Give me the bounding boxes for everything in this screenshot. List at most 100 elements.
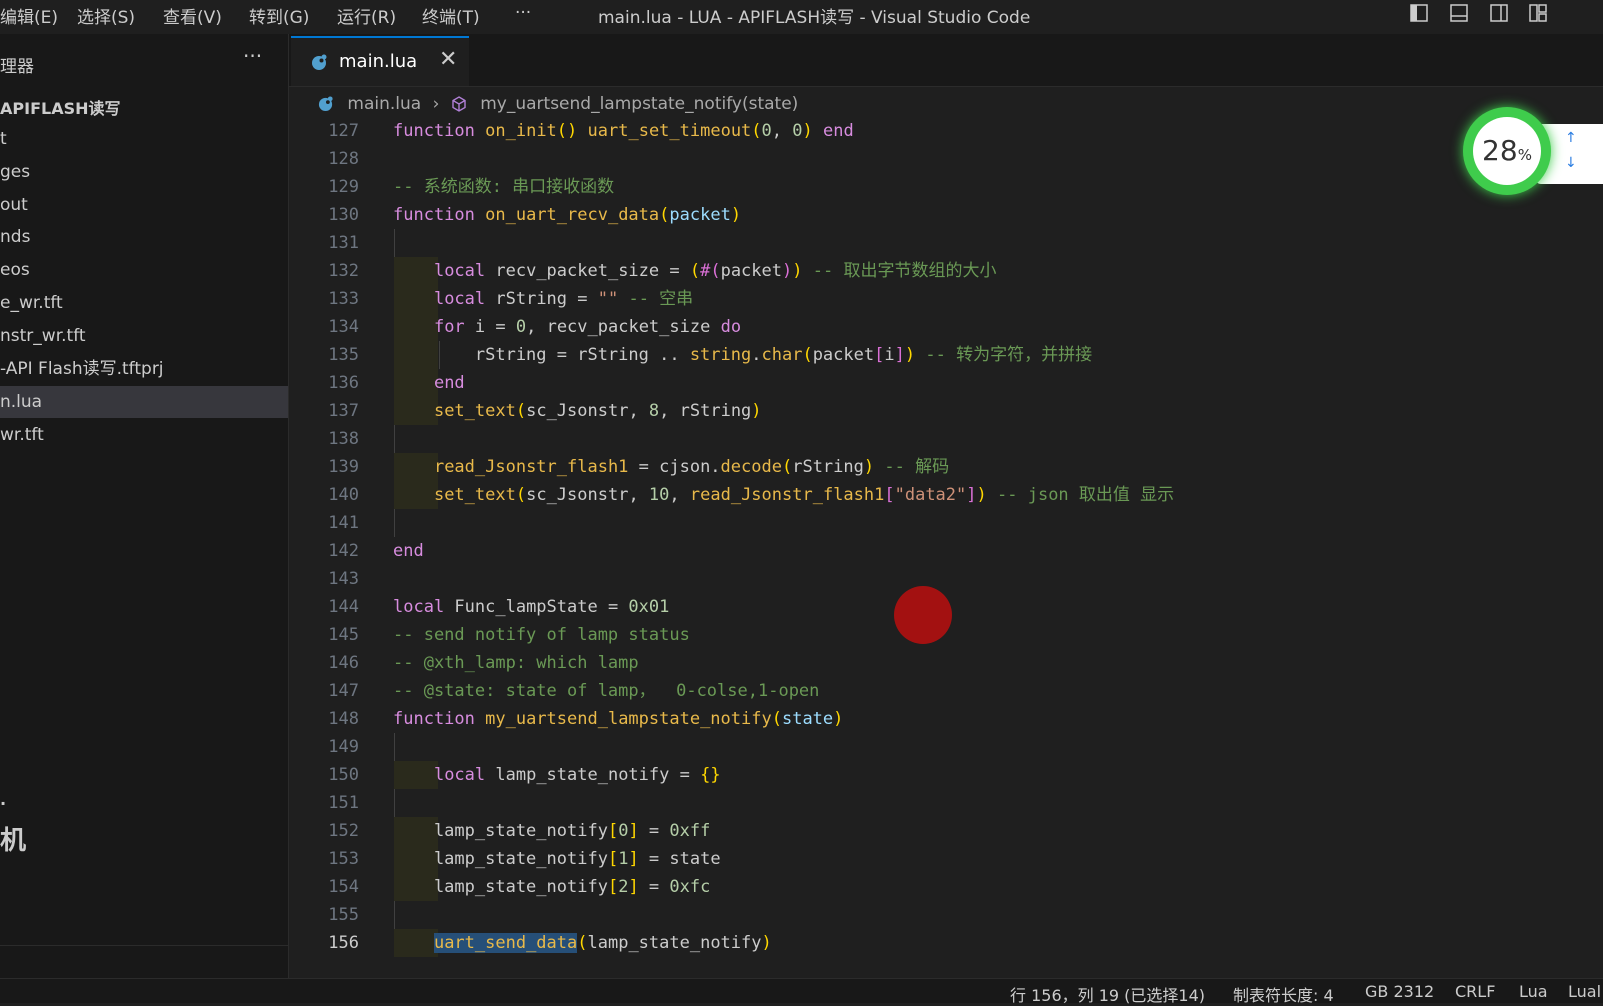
tab-bar: main.lua ✕	[289, 34, 1603, 87]
menu-goto[interactable]: 转到(G)	[249, 3, 309, 28]
usage-unit: %	[1517, 146, 1532, 164]
menu-terminal[interactable]: 终端(T)	[422, 3, 480, 28]
tab-label: main.lua	[339, 51, 418, 72]
line-number: 146	[328, 653, 359, 673]
line-number: 155	[328, 905, 359, 925]
lua-file-icon	[312, 54, 327, 70]
menu-more[interactable]: ···	[515, 3, 531, 23]
code-line: -- 系统函数: 串口接收函数	[393, 177, 615, 197]
code-line: local lamp_state_notify = {}	[433, 765, 721, 785]
upload-arrow-icon: ↑	[1565, 130, 1577, 146]
toggle-panel-icon[interactable]	[1450, 4, 1468, 22]
status-extension[interactable]: Lual	[1568, 982, 1601, 1001]
line-number: 133	[328, 289, 359, 309]
file-encoding[interactable]: GB 2312	[1365, 982, 1434, 1001]
code-line: function my_uartsend_lampstate_notify(st…	[393, 709, 844, 729]
workspace-folder[interactable]: APIFLASH读写	[0, 95, 121, 119]
file-item[interactable]: wr.tft	[0, 419, 288, 451]
code-line: for i = 0, recv_packet_size do	[433, 317, 742, 337]
code-line: local recv_packet_size = (#(packet)) -- …	[433, 261, 997, 281]
close-icon[interactable]: ✕	[439, 47, 457, 72]
line-number: 144	[328, 597, 359, 617]
menu-edit[interactable]: 编辑(E)	[0, 3, 58, 28]
code-line: function on_uart_recv_data(packet)	[393, 205, 742, 225]
title-bar: 编辑(E) 选择(S) 查看(V) 转到(G) 运行(R) 终端(T) ··· …	[0, 0, 1603, 34]
line-number: 135	[328, 345, 359, 365]
memory-usage-widget[interactable]: 28%	[1463, 107, 1551, 195]
function-cube-icon	[452, 96, 466, 112]
line-number: 130	[328, 205, 359, 225]
line-number: 148	[328, 709, 359, 729]
menu-select[interactable]: 选择(S)	[77, 3, 135, 28]
file-item[interactable]: out	[0, 189, 288, 221]
line-number: 154	[328, 877, 359, 897]
toggle-secondary-sidebar-icon[interactable]	[1490, 4, 1508, 22]
code-line: -- @state: state of lamp， 0-colse,1-open	[393, 681, 820, 701]
tab-main-lua[interactable]: main.lua ✕	[291, 36, 469, 86]
file-item[interactable]: ges	[0, 156, 288, 188]
line-number: 147	[328, 681, 359, 701]
code-line: rString = rString .. string.char(packet[…	[393, 345, 1093, 365]
line-number: 134	[328, 317, 359, 337]
line-number: 149	[328, 737, 359, 757]
code-line: set_text(sc_Jsonstr, 10, read_Jsonstr_fl…	[433, 485, 1175, 505]
file-item[interactable]: e_wr.tft	[0, 287, 288, 319]
chevron-right-icon: ›	[432, 94, 440, 114]
sidebar-divider	[0, 945, 288, 946]
code-line: local rString = "" -- 空串	[433, 289, 694, 309]
usage-percent: 28	[1482, 134, 1518, 167]
file-item[interactable]: eos	[0, 254, 288, 286]
file-item[interactable]: -API Flash读写.tftprj	[0, 353, 288, 385]
code-line: lamp_state_notify[1] = state	[393, 849, 721, 869]
line-number: 141	[328, 513, 359, 533]
file-item[interactable]: nds	[0, 221, 288, 253]
language-mode[interactable]: Lua	[1519, 982, 1548, 1001]
lua-file-icon	[318, 96, 333, 112]
status-bar: 行 156，列 19 (已选择14) 制表符长度: 4 GB 2312 CRLF…	[0, 978, 1603, 1006]
toggle-primary-sidebar-icon[interactable]	[1410, 4, 1428, 22]
line-number: 129	[328, 177, 359, 197]
file-item-active[interactable]: n.lua	[0, 386, 288, 418]
code-line: lamp_state_notify[0] = 0xff	[393, 821, 711, 841]
file-item[interactable]: nstr_wr.tft	[0, 320, 288, 352]
memory-usage-value: 28%	[1473, 117, 1541, 185]
code-line: lamp_state_notify[2] = 0xfc	[393, 877, 711, 897]
pointer-highlight-dot	[894, 586, 952, 644]
customize-layout-icon[interactable]	[1529, 4, 1547, 22]
explorer-more-button[interactable]: ···	[243, 44, 262, 68]
code-line: set_text(sc_Jsonstr, 8, rString)	[433, 401, 762, 421]
menu-view[interactable]: 查看(V)	[163, 3, 222, 28]
cursor-position[interactable]: 行 156，列 19 (已选择14)	[1010, 982, 1205, 1006]
line-ending[interactable]: CRLF	[1455, 982, 1495, 1001]
line-number: 132	[328, 261, 359, 281]
line-number-current: 156	[328, 933, 359, 953]
breadcrumb: main.lua › my_uartsend_lampstate_notify(…	[318, 94, 798, 118]
line-number: 136	[328, 373, 359, 393]
breadcrumb-file[interactable]: main.lua	[347, 94, 421, 114]
line-number: 140	[328, 485, 359, 505]
tab-size[interactable]: 制表符长度: 4	[1233, 982, 1334, 1006]
download-arrow-icon: ↓	[1565, 155, 1577, 171]
file-item[interactable]: t	[0, 123, 288, 155]
code-line: -- @xth_lamp: which lamp	[393, 653, 639, 673]
explorer-title: 理器	[0, 57, 34, 77]
line-number: 150	[328, 765, 359, 785]
code-editor[interactable]: 127 128 129 130 131 132 133 134 135 136 …	[289, 117, 1603, 978]
line-number: 128	[328, 149, 359, 169]
code-line: function on_init() uart_set_timeout(0, 0…	[393, 121, 854, 141]
line-number: 138	[328, 429, 359, 449]
code-line: -- send notify of lamp status	[393, 625, 690, 645]
line-number: 143	[328, 569, 359, 589]
line-number: 139	[328, 457, 359, 477]
line-number: 151	[328, 793, 359, 813]
breadcrumb-symbol[interactable]: my_uartsend_lampstate_notify(state)	[480, 94, 798, 114]
menu-run[interactable]: 运行(R)	[337, 3, 396, 28]
line-number: 142	[328, 541, 359, 561]
explorer-sidebar: 理器 ··· APIFLASH读写 t ges out nds eos e_wr…	[0, 34, 289, 978]
window-title: main.lua - LUA - APIFLASH读写 - Visual Stu…	[598, 8, 1031, 28]
code-line: end	[433, 373, 465, 393]
sidebar-partial-glyph: 机	[0, 826, 27, 856]
line-number: 145	[328, 625, 359, 645]
line-number: 127	[328, 121, 359, 141]
code-line-current: uart_send_data(lamp_state_notify)	[433, 933, 772, 953]
